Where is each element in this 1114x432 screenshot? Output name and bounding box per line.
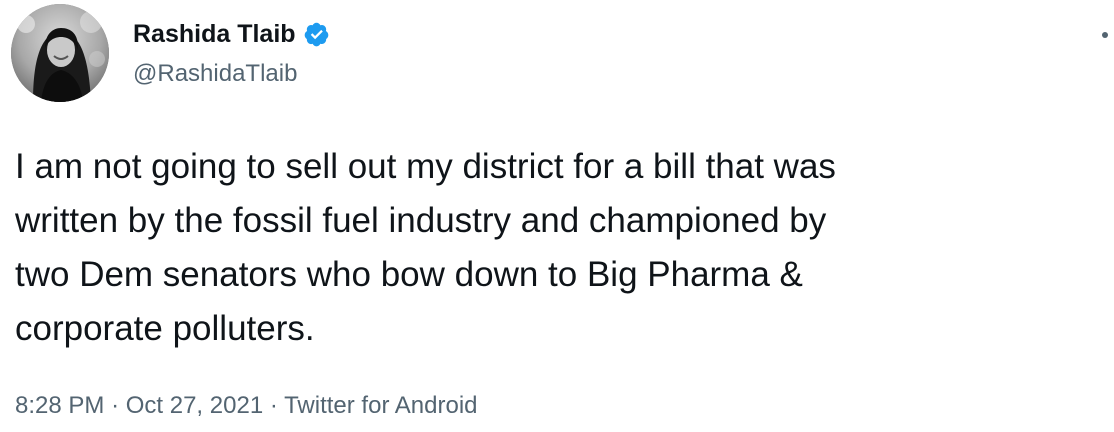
verified-badge-icon xyxy=(303,21,330,48)
avatar-photo xyxy=(11,4,109,102)
tweet-time[interactable]: 8:28 PM xyxy=(15,392,104,419)
tweet-text: I am not going to sell out my district f… xyxy=(15,147,836,348)
tweet-metadata: 8:28 PM · Oct 27, 2021 · Twitter for And… xyxy=(15,390,478,422)
more-options-icon[interactable] xyxy=(1102,32,1108,38)
meta-separator: · xyxy=(270,392,284,419)
tweet-card: Rashida Tlaib @RashidaTlaib I am not goi… xyxy=(0,0,1114,432)
meta-separator: · xyxy=(111,392,126,419)
separator-dot: · xyxy=(269,392,278,419)
tweet-source[interactable]: Twitter for Android xyxy=(284,392,477,419)
tweet-date[interactable]: Oct 27, 2021 xyxy=(126,392,263,419)
author-name-row: Rashida Tlaib xyxy=(133,17,330,51)
author-avatar[interactable] xyxy=(11,4,109,102)
separator-dot: · xyxy=(111,392,120,419)
author-display-name[interactable]: Rashida Tlaib xyxy=(133,17,296,51)
author-handle[interactable]: @RashidaTlaib xyxy=(133,58,297,90)
